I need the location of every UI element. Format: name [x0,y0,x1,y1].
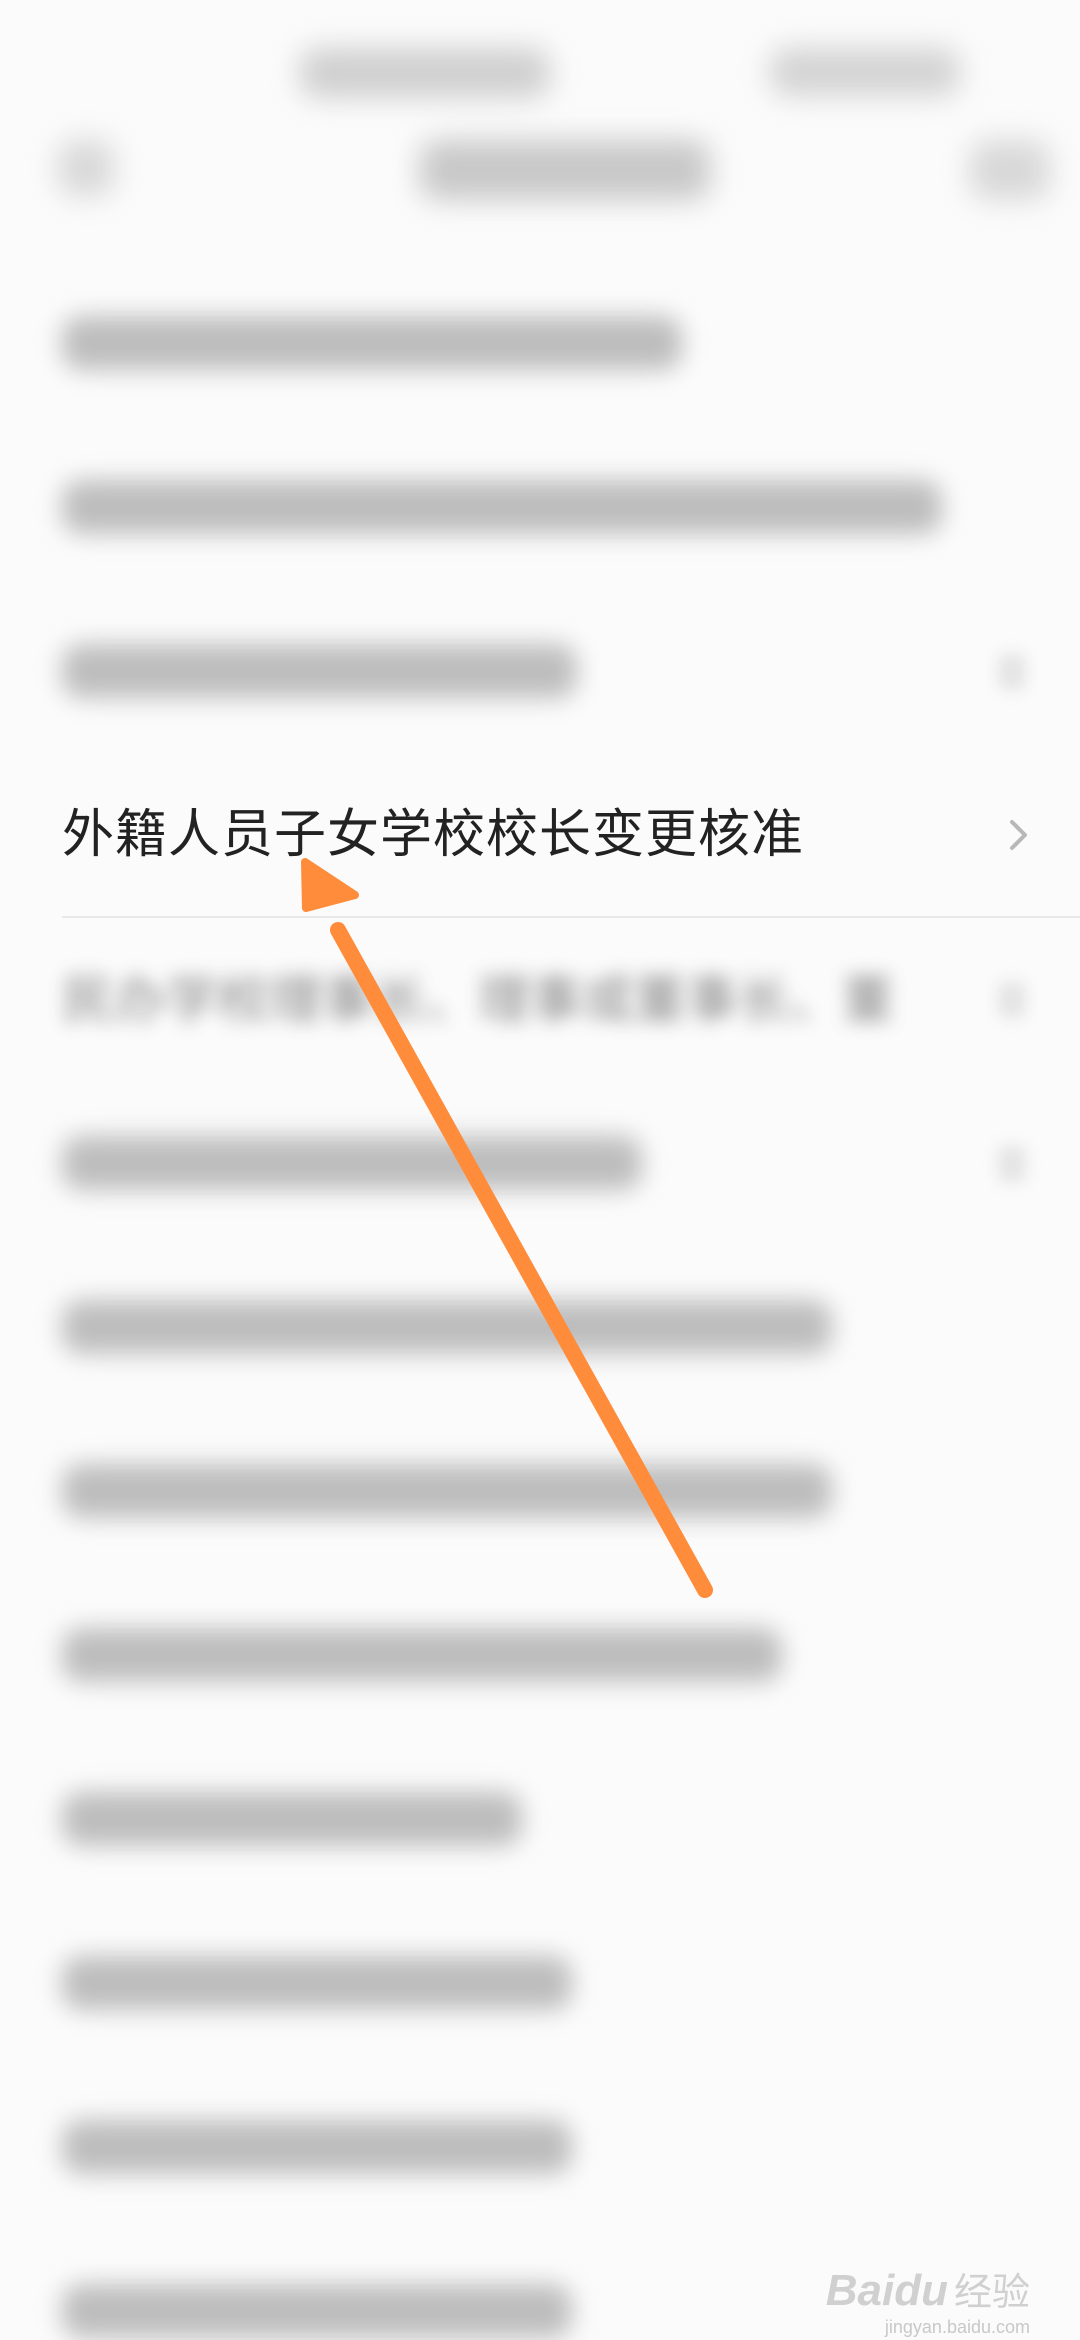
list-item-label: 民办学校理事长、理事或董事长、董 [62,971,895,1031]
list-item[interactable] [0,260,1080,424]
list-item-label: 外籍人员子女学校校长变更核准 [62,805,805,865]
watermark-brand: Baidu [825,2266,948,2315]
watermark-domain: jingyan.baidu.com [884,2317,1030,2337]
list-item[interactable] [0,1408,1080,1572]
blurred-item-label [62,1628,782,1682]
list-item-principal-change[interactable]: 外籍人员子女学校校长变更核准 [0,752,1080,918]
list-item[interactable] [0,1572,1080,1736]
chevron-right-icon [999,982,1025,1018]
chevron-right-icon [999,654,1025,690]
list-item[interactable] [0,1244,1080,1408]
status-bar-time [300,48,550,98]
page-title [420,140,710,200]
blurred-item-label [62,316,682,370]
list-item[interactable] [0,424,1080,588]
list-item[interactable] [0,588,1080,752]
blurred-item-label [62,1956,572,2010]
blurred-item-label [62,2284,572,2338]
list-item[interactable] [0,2064,1080,2228]
blurred-item-label [62,2120,572,2174]
blurred-item-label [62,1136,642,1190]
baidu-jingyan-watermark: Baidu 经验 jingyan.baidu.com [825,2261,1030,2337]
blurred-item-label [62,1464,832,1518]
blurred-item-label [62,1300,832,1354]
list-item[interactable] [0,1080,1080,1244]
watermark-brand-cn: 经验 [953,2270,1030,2314]
screen: 外籍人员子女学校校长变更核准 民办学校理事长、理事或董事长、董 Baidu 经验… [0,0,1080,2340]
chevron-right-icon [1010,820,1027,850]
list-item[interactable] [0,1736,1080,1900]
status-bar-icons [770,48,960,96]
more-icon[interactable] [970,140,1050,200]
service-list: 外籍人员子女学校校长变更核准 民办学校理事长、理事或董事长、董 [0,260,1080,2340]
blurred-item-label [62,1792,522,1846]
back-icon[interactable] [58,140,114,196]
chevron-right-icon [999,1146,1025,1182]
list-item[interactable]: 民办学校理事长、理事或董事长、董 [0,916,1080,1080]
list-item[interactable] [0,1900,1080,2064]
blurred-item-label [62,480,942,534]
blurred-item-label [62,644,577,698]
